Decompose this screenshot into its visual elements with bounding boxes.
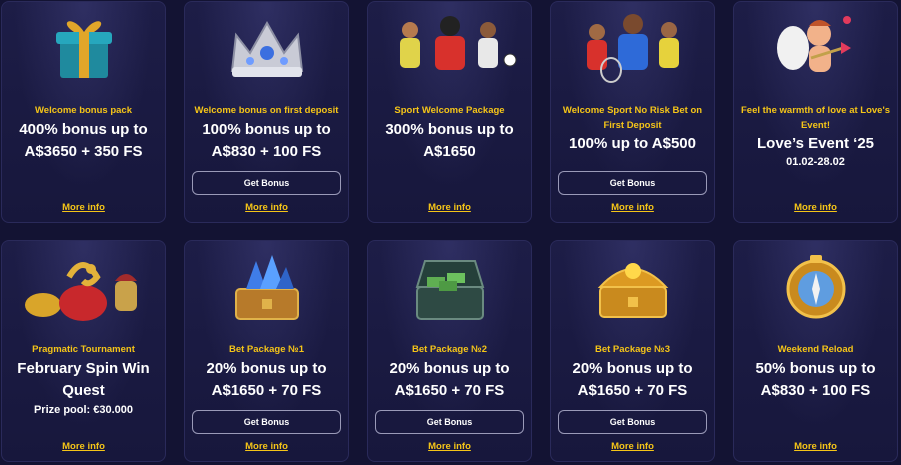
promo-headline: Love’s Event ‘25 (757, 135, 874, 152)
treasure-snake-icon (2, 241, 165, 333)
get-bonus-button[interactable]: Get Bonus (558, 410, 707, 434)
more-info-link[interactable]: More info (2, 441, 165, 452)
sports-players-icon (368, 2, 531, 94)
more-info-link[interactable]: More info (551, 202, 714, 213)
crystal-chest-icon (185, 241, 348, 333)
promo-subtitle: Welcome bonus on first deposit (194, 105, 339, 116)
promo-headline: 100% up to A$500 (569, 135, 696, 152)
promo-subtitle: Bet Package №1 (228, 344, 305, 355)
get-bonus-button[interactable]: Get Bonus (192, 410, 341, 434)
get-bonus-button[interactable]: Get Bonus (558, 171, 707, 195)
promo-headline: 20% bonus up to A$1650 + 70 FS (572, 360, 693, 399)
promo-card: Welcome bonus on first deposit 100% bonu… (184, 1, 349, 223)
gold-chest-icon (551, 241, 714, 333)
promo-headline: 400% bonus up to A$3650 + 350 FS (19, 121, 148, 160)
promo-subtitle: Weekend Reload (777, 344, 854, 355)
promo-headline: 20% bonus up to A$1650 + 70 FS (389, 360, 510, 399)
promo-headline: February Spin Win Quest (17, 360, 150, 399)
promo-subtitle: Sport Welcome Package (394, 105, 505, 116)
money-chest-icon (368, 241, 531, 333)
promo-headline: 100% bonus up to A$830 + 100 FS (202, 121, 331, 160)
promo-card: Bet Package №1 20% bonus up to A$1650 + … (184, 240, 349, 462)
get-bonus-button[interactable]: Get Bonus (192, 171, 341, 195)
get-bonus-button[interactable]: Get Bonus (375, 410, 524, 434)
promo-card: Welcome Sport No Risk Bet on First Depos… (550, 1, 715, 223)
promotions-grid: Welcome bonus pack 400% bonus up to A$36… (0, 0, 901, 465)
prize-pool: Prize pool: €30.000 (33, 404, 134, 416)
more-info-link[interactable]: More info (551, 441, 714, 452)
compass-icon (734, 241, 897, 333)
cupid-icon (734, 2, 897, 94)
event-dates: 01.02-28.02 (786, 156, 845, 168)
promo-card: Welcome bonus pack 400% bonus up to A$36… (1, 1, 166, 223)
promo-subtitle: Pragmatic Tournament (32, 344, 135, 355)
gift-box-icon (2, 2, 165, 94)
promo-subtitle: Bet Package №3 (594, 344, 671, 355)
promo-card: Bet Package №3 20% bonus up to A$1650 + … (550, 240, 715, 462)
promo-headline: 50% bonus up to A$830 + 100 FS (755, 360, 876, 399)
promo-headline: 20% bonus up to A$1650 + 70 FS (206, 360, 327, 399)
promo-card: Sport Welcome Package 300% bonus up to A… (367, 1, 532, 223)
promo-card: Weekend Reload 50% bonus up to A$830 + 1… (733, 240, 898, 462)
sports-team-icon (551, 2, 714, 94)
promo-card: Pragmatic Tournament February Spin Win Q… (1, 240, 166, 462)
more-info-link[interactable]: More info (185, 441, 348, 452)
more-info-link[interactable]: More info (2, 202, 165, 213)
crown-icon (185, 2, 348, 94)
promo-card: Bet Package №2 20% bonus up to A$1650 + … (367, 240, 532, 462)
promo-subtitle: Bet Package №2 (411, 344, 488, 355)
more-info-link[interactable]: More info (734, 441, 897, 452)
promo-subtitle: Welcome bonus pack (35, 105, 132, 116)
promo-headline: 300% bonus up to A$1650 (385, 121, 514, 160)
more-info-link[interactable]: More info (368, 202, 531, 213)
more-info-link[interactable]: More info (734, 202, 897, 213)
promo-subtitle: Welcome Sport No Risk Bet on First Depos… (562, 105, 703, 131)
more-info-link[interactable]: More info (185, 202, 348, 213)
more-info-link[interactable]: More info (368, 441, 531, 452)
promo-subtitle: Feel the warmth of love at Love's Event! (740, 105, 891, 131)
promo-card: Feel the warmth of love at Love's Event!… (733, 1, 898, 223)
